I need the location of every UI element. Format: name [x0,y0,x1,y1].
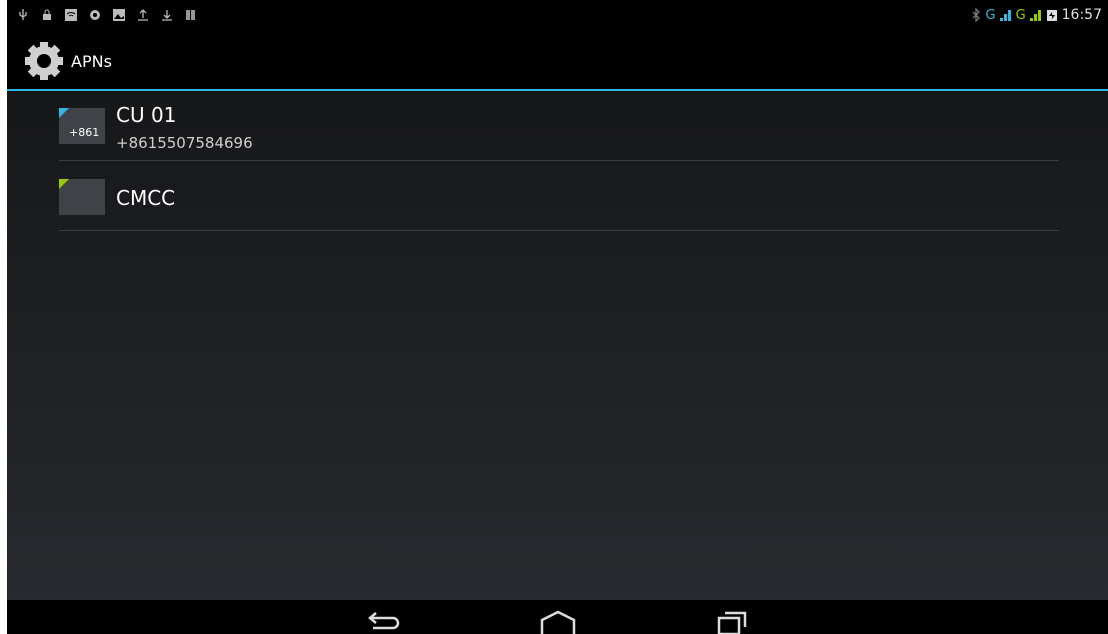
apn-thumbnail-text: +861 [69,126,100,139]
status-bar: G G 16:57 [7,0,1108,33]
usb-icon [19,9,27,20]
apn-thumbnail [59,179,105,215]
system-status-icons: G G 16:57 [972,7,1102,23]
apn-color-flag [59,179,69,189]
apn-item-cu01[interactable]: +861 CU 01 +8615507584696 [59,91,1059,161]
apn-list: +861 CU 01 +8615507584696 CMCC [7,91,1108,600]
barcode-icon [186,10,195,20]
recent-apps-icon[interactable] [715,608,749,634]
apn-item-cmcc[interactable]: CMCC [59,161,1059,231]
navigation-bar [7,600,1108,634]
device-screen: G G 16:57 APNs +861 CU 01 +8615507584696… [7,0,1108,634]
notification-icons [17,8,197,22]
apn-color-flag [59,108,69,118]
wifi-icon [65,9,77,21]
battery-icon [1046,10,1057,21]
upload-icon [138,9,148,21]
apn-thumbnail: +861 [59,108,105,144]
signal-icon-2 [1029,10,1041,21]
page-title: APNs [71,52,112,71]
back-icon[interactable] [365,608,401,634]
screenshot-frame: G G 16:57 APNs +861 CU 01 +8615507584696… [0,0,1108,634]
settings-gear-icon[interactable] [22,39,66,83]
apn-name: CMCC [116,186,176,210]
home-icon[interactable] [538,608,578,634]
download-icon [162,10,172,21]
network-type-label-1: G [985,7,996,23]
bluetooth-icon [973,8,981,22]
apn-number: +8615507584696 [116,134,253,152]
action-bar: APNs [7,33,1108,91]
status-clock: 16:57 [1061,7,1102,23]
sync-icon [90,10,100,20]
signal-icon-1 [999,10,1011,21]
lock-icon [43,9,51,20]
image-icon [113,9,125,21]
apn-name: CU 01 [116,103,177,127]
network-type-label-2: G [1015,7,1026,23]
